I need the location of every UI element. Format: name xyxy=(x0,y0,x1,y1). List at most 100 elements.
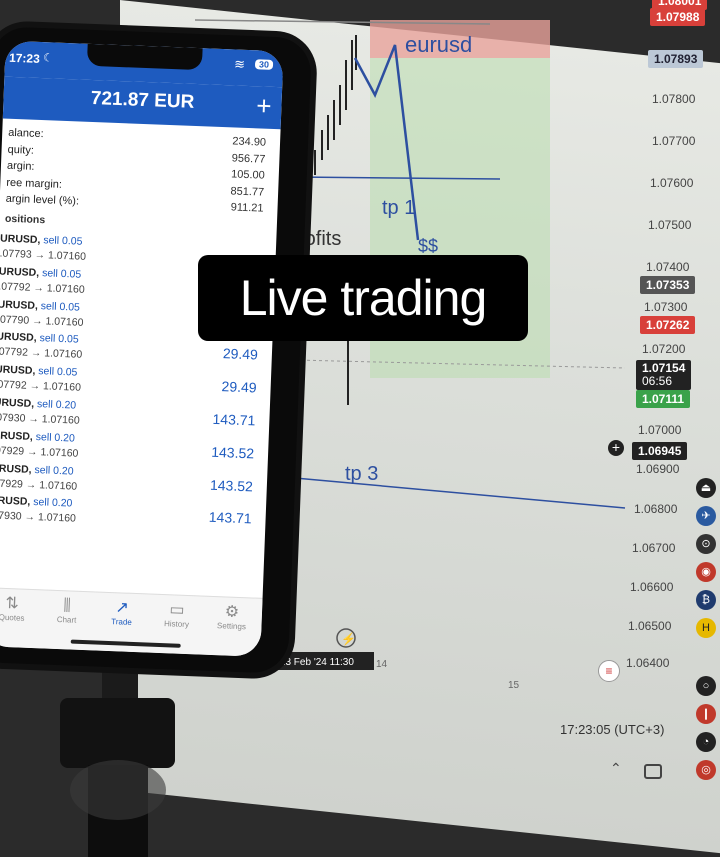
app-icon-2[interactable]: ✈ xyxy=(696,506,716,526)
position-type: sell 0.20 xyxy=(34,463,74,478)
position-symbol: URUSD, xyxy=(0,363,36,378)
position-prices: .07793 → 1.07160 xyxy=(0,247,87,263)
position-profit: 143.71 xyxy=(208,509,252,527)
position-symbol: URUSD, xyxy=(0,298,39,312)
app-icon-1[interactable]: ⏏ xyxy=(696,478,716,498)
app-icon-9[interactable]: ◔ xyxy=(696,732,716,752)
price-box-cursor: 1.06945 xyxy=(632,442,688,460)
app-icon-10[interactable]: ◎ xyxy=(696,760,716,780)
price-tick: 1.07500 xyxy=(648,218,692,232)
account-label: quity: xyxy=(7,143,35,157)
flag-icon[interactable]: ≡ xyxy=(598,660,620,682)
tab-history[interactable]: ▭ History xyxy=(150,601,203,630)
price-box-top-red: 1.07988 xyxy=(650,8,706,26)
price-tick: 1.07600 xyxy=(650,176,694,190)
account-value: 851.77 xyxy=(230,184,265,199)
position-type: sell 0.05 xyxy=(41,266,82,281)
chart-icon: ⫼ xyxy=(63,597,72,615)
x-tick-15: 15 xyxy=(508,680,520,690)
position-type: sell 0.20 xyxy=(33,496,73,510)
phone: 17:23 ☾ ≋ 30 721.87 EUR + alance: 234.90 … xyxy=(0,26,313,674)
phone-stand xyxy=(60,670,175,857)
crosshair-plus-icon[interactable]: + xyxy=(608,440,624,456)
balance-title: 721.87 EUR xyxy=(90,87,195,113)
tab-quotes[interactable]: ⇅ Quotes xyxy=(0,594,38,623)
x-tick-14: 14 xyxy=(376,659,388,670)
position-type: sell 0.05 xyxy=(40,299,81,314)
price-tick: 1.07200 xyxy=(642,342,686,356)
price-tick: 1.07800 xyxy=(652,92,696,106)
account-value: 234.90 xyxy=(232,135,267,149)
position-profit: 29.49 xyxy=(222,345,259,363)
account-value: 911.21 xyxy=(230,201,264,215)
candle-countdown: 06:56 xyxy=(642,374,673,388)
app-icon-5[interactable]: ₿ xyxy=(696,590,716,610)
chevron-up-icon[interactable]: ⌃ xyxy=(610,760,622,777)
price-tick: 1.06400 xyxy=(626,656,670,670)
position-symbol: URUSD, xyxy=(0,232,41,247)
price-tick: 1.06600 xyxy=(630,580,674,594)
history-icon: ▭ xyxy=(169,601,185,619)
app-icon-3[interactable]: ⊙ xyxy=(696,534,716,554)
price-tick: 1.07000 xyxy=(638,423,682,437)
moon-icon: ☾ xyxy=(42,52,54,65)
tab-trade[interactable]: ↗ Trade xyxy=(95,599,148,628)
status-time: 17:23 xyxy=(8,50,41,66)
clock-label: 17:23:05 (UTC+3) xyxy=(560,722,665,737)
account-label: ree margin: xyxy=(6,176,63,191)
position-type: sell 0.05 xyxy=(39,332,79,347)
window-icon[interactable] xyxy=(644,764,662,779)
account-value: 956.77 xyxy=(231,151,266,166)
position-symbol: URUSD, xyxy=(0,396,35,410)
settings-icon: ⚙ xyxy=(224,603,240,621)
money-annotation: $$ xyxy=(418,236,438,256)
price-tick: 1.06800 xyxy=(634,502,678,516)
tp1-annotation: tp 1 xyxy=(382,197,415,219)
position-profit: 143.52 xyxy=(211,443,255,462)
add-order-button[interactable]: + xyxy=(256,90,272,122)
candles xyxy=(314,35,357,405)
tab-settings[interactable]: ⚙ Settings xyxy=(205,603,258,632)
notch xyxy=(86,43,203,71)
position-profit: 143.71 xyxy=(212,410,256,429)
price-tick: 1.06500 xyxy=(628,619,672,633)
price-axis: 1.08001 1.07988 1.07893 1.07800 1.07700 … xyxy=(560,0,720,779)
position-prices: .07790 → 1.07160 xyxy=(0,313,84,329)
app-icon-7[interactable]: ○ xyxy=(696,676,716,696)
tab-label: Quotes xyxy=(0,612,25,623)
account-label: alance: xyxy=(8,126,44,141)
symbol-annotation: eurusd xyxy=(405,32,472,57)
position-prices: .07930 → 1.07160 xyxy=(0,411,80,427)
tab-label: Trade xyxy=(111,617,133,627)
position-prices: .07929 → 1.07160 xyxy=(0,444,79,460)
price-tick: 1.06700 xyxy=(632,541,676,555)
app-icon-4[interactable]: ◉ xyxy=(696,562,716,582)
position-profit: 143.52 xyxy=(209,476,254,495)
home-indicator xyxy=(70,639,181,648)
position-prices: .07792 → 1.07160 xyxy=(0,345,83,362)
trade-icon: ↗ xyxy=(115,599,130,617)
price-box-green: 1.07111 xyxy=(636,390,691,408)
tab-label: Settings xyxy=(216,621,247,632)
account-value: 105.00 xyxy=(230,168,266,182)
position-type: sell 0.20 xyxy=(35,430,76,445)
price-box-current: 1.07154 06:56 xyxy=(636,360,692,390)
tab-label: History xyxy=(163,619,190,630)
app-icon-8[interactable]: ❙ xyxy=(696,704,716,724)
price-box-red: 1.07262 xyxy=(640,316,696,334)
position-prices: .07929 → 1.07160 xyxy=(0,476,78,493)
price-box-top-blue: 1.07893 xyxy=(648,50,704,68)
position-type: sell 0.20 xyxy=(36,398,77,412)
svg-text:⚡: ⚡ xyxy=(341,632,356,646)
quotes-icon: ⇅ xyxy=(5,595,20,613)
price-tick: 1.06900 xyxy=(636,462,680,476)
current-price: 1.07154 xyxy=(642,361,686,375)
app-icon-6[interactable]: H xyxy=(696,618,716,638)
phone-screen: 17:23 ☾ ≋ 30 721.87 EUR + alance: 234.90 … xyxy=(0,40,284,657)
battery-icon: 30 xyxy=(254,59,274,70)
video-title-overlay: Live trading xyxy=(198,255,528,341)
price-tick: 1.07300 xyxy=(644,300,688,314)
tab-chart[interactable]: ⫼ Chart xyxy=(40,596,93,625)
position-prices: .07792 → 1.07160 xyxy=(0,378,82,394)
position-prices: .07792 → 1.07160 xyxy=(0,280,85,296)
